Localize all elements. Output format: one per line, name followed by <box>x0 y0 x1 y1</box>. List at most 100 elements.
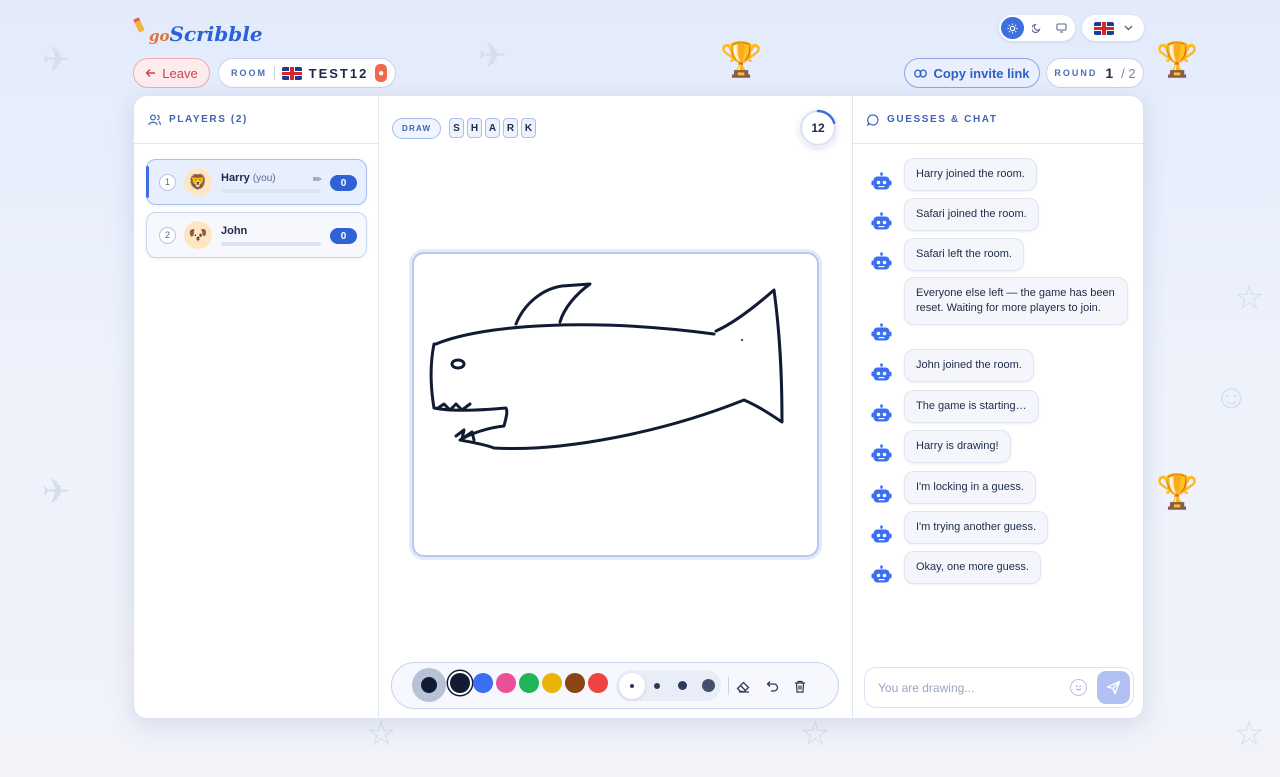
players-heading: PLAYERS (2) <box>169 114 248 125</box>
trophy-doodle: 🏆 <box>720 41 763 79</box>
app-logo[interactable]: goScribble <box>133 6 263 46</box>
smile-doodle: ☺ <box>1214 378 1249 416</box>
robot-icon <box>871 485 892 506</box>
robot-icon <box>871 172 892 193</box>
star-doodle: ☆ <box>800 715 831 753</box>
chat-bubble-icon <box>867 113 879 126</box>
robot-icon <box>871 212 892 233</box>
clear-canvas-button[interactable] <box>790 676 810 696</box>
color-swatch-blue[interactable] <box>473 673 493 693</box>
round-timer: 12 <box>799 109 837 147</box>
chat-input[interactable] <box>878 680 1058 695</box>
star-doodle: ☆ <box>1234 715 1265 753</box>
chat-message: I'm trying another guess. <box>871 511 1049 546</box>
chat-panel: GUESSES & CHAT Harry joined the room. Sa… <box>852 96 1143 718</box>
color-swatch-pink[interactable] <box>496 673 516 693</box>
round-total: / 2 <box>1121 65 1136 81</box>
star-doodle: ☆ <box>366 715 397 753</box>
lion-avatar-icon: 🦁 <box>184 168 212 196</box>
color-palette <box>450 673 608 693</box>
paper-plane-doodle: ✈ <box>42 41 71 79</box>
uk-flag-icon <box>1093 21 1114 35</box>
player-progress-bar <box>221 241 321 246</box>
chat-message-text: I'm locking in a guess. <box>904 471 1036 504</box>
trophy-doodle: 🏆 <box>1156 473 1199 511</box>
chat-input-box <box>864 667 1134 708</box>
dark-mode-button[interactable] <box>1026 17 1049 39</box>
moon-icon <box>1032 23 1041 33</box>
drawing-canvas[interactable] <box>412 252 819 557</box>
color-swatch-red[interactable] <box>588 673 608 693</box>
players-panel: PLAYERS (2) 1 🦁 Harry (you) ✏ 0 2 🐶 John… <box>134 96 379 718</box>
player-card-harry: 1 🦁 Harry (you) ✏ 0 <box>146 159 367 205</box>
chat-message: Harry is drawing! <box>871 430 1011 465</box>
chat-message-text: Okay, one more guess. <box>904 551 1041 584</box>
arrow-left-icon <box>145 69 156 77</box>
language-select[interactable] <box>1082 15 1144 41</box>
color-swatch-brown[interactable] <box>565 673 585 693</box>
room-label: ROOM <box>231 68 267 78</box>
word-letter: R <box>503 118 518 138</box>
robot-icon <box>871 404 892 425</box>
color-swatch-yellow[interactable] <box>542 673 562 693</box>
brush-size-selector <box>616 670 721 701</box>
drawing-panel: DRAW S H A R K 12 <box>379 96 852 718</box>
sun-icon <box>1007 22 1018 34</box>
copy-invite-link-button[interactable]: Copy invite link <box>904 58 1040 88</box>
smile-icon <box>1075 685 1082 691</box>
player-rank: 2 <box>159 226 176 244</box>
word-letter: H <box>467 118 482 138</box>
player-score: 0 <box>330 228 357 244</box>
divider <box>274 66 275 80</box>
room-info: ROOM TEST12 ● <box>218 58 396 88</box>
chat-message: Safari left the room. <box>871 238 1024 273</box>
light-mode-button[interactable] <box>1001 17 1024 39</box>
star-doodle: ☆ <box>1234 279 1265 317</box>
brush-size-xlarge[interactable] <box>696 673 722 699</box>
player-card-john: 2 🐶 John 0 <box>146 212 367 258</box>
chat-message-text: Harry joined the room. <box>904 158 1037 191</box>
robot-icon <box>871 444 892 465</box>
word-letter: A <box>485 118 500 138</box>
send-icon <box>1106 680 1121 695</box>
room-emoji-icon: ● <box>375 64 387 82</box>
word-hint: S H A R K <box>449 118 536 138</box>
paper-plane-doodle: ✈ <box>42 473 71 511</box>
room-code: TEST12 <box>308 65 369 81</box>
robot-icon <box>871 525 892 546</box>
color-swatch-navy[interactable] <box>450 673 470 693</box>
chevron-down-icon <box>1124 25 1132 31</box>
round-label: ROUND <box>1054 68 1098 78</box>
player-name: Harry <box>221 171 250 184</box>
paper-plane-doodle: ✈ <box>478 37 507 75</box>
chat-message-text: Safari left the room. <box>904 238 1024 271</box>
chat-message: Okay, one more guess. <box>871 551 1041 586</box>
emoji-button[interactable] <box>1070 679 1087 696</box>
brush-size-small[interactable] <box>619 672 645 699</box>
brush-size-large[interactable] <box>670 673 696 699</box>
theme-toggle <box>999 15 1075 41</box>
chat-header: GUESSES & CHAT <box>853 96 1143 144</box>
round-current: 1 <box>1105 65 1114 81</box>
word-letter: K <box>521 118 536 138</box>
trash-icon <box>795 680 805 693</box>
chat-message: John joined the room. <box>871 349 1034 384</box>
logo-prefix: go <box>149 27 170 45</box>
pencil-icon <box>133 17 145 33</box>
undo-button[interactable] <box>762 676 782 696</box>
system-mode-button[interactable] <box>1050 17 1073 39</box>
leave-button[interactable]: Leave <box>133 58 210 88</box>
leave-label: Leave <box>162 65 198 81</box>
color-swatch-green[interactable] <box>519 673 539 693</box>
drawing-pencil-icon: ✏ <box>312 174 322 186</box>
shark-drawing <box>429 282 784 450</box>
send-button[interactable] <box>1097 671 1130 704</box>
eraser-icon <box>736 681 749 693</box>
chat-message-text: Everyone else left — the game has been r… <box>904 277 1128 325</box>
users-icon <box>148 113 161 125</box>
eraser-button[interactable] <box>733 676 753 696</box>
brush-size-medium[interactable] <box>645 673 671 699</box>
robot-icon <box>871 252 892 273</box>
robot-icon <box>871 565 892 586</box>
word-letter: S <box>449 118 464 138</box>
